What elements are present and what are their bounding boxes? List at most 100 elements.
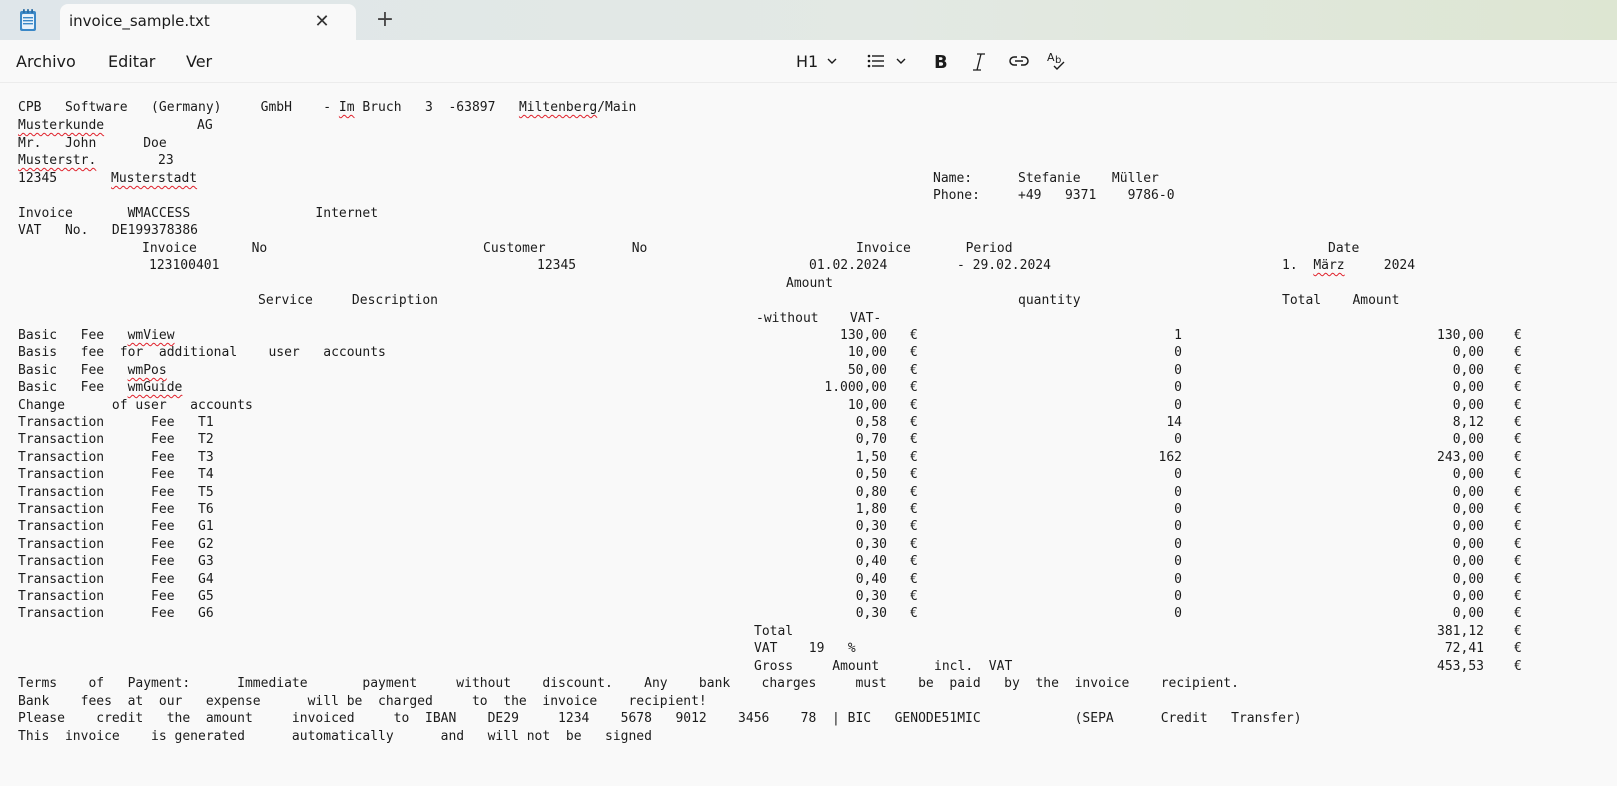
street-line: Musterstr. 23 bbox=[0, 152, 1617, 170]
zip-code: 12345 bbox=[18, 171, 58, 186]
table-row: Change of user accounts 10,00 €0 0,00 € bbox=[0, 397, 1617, 415]
item-description-text: Transaction Fee G5 bbox=[18, 589, 214, 604]
item-amount: 1,50 bbox=[855, 449, 887, 465]
item-description-text: Change of user accounts bbox=[18, 397, 253, 413]
company-line: CPB Software (Germany) GmbH - Im Bruch 3… bbox=[0, 99, 1617, 117]
item-amount: 0,70 bbox=[855, 432, 887, 448]
city-line: 12345 Musterstadt Name: Stefanie Müller bbox=[0, 170, 1617, 188]
item-amount: 0,30 bbox=[855, 589, 887, 604]
item-description: Transaction Fee G6 bbox=[18, 605, 214, 623]
item-description: Transaction Fee T1 bbox=[18, 414, 214, 432]
item-amount: 130,00 bbox=[840, 328, 887, 343]
plus-icon[interactable]: + bbox=[374, 9, 396, 32]
customer-no-header: Customer No bbox=[483, 241, 648, 256]
item-currency: € bbox=[910, 345, 918, 361]
invoice-info-values: 123100401 12345 01.02.2024 - 29.02.2024 … bbox=[0, 257, 1617, 275]
menu-ver[interactable]: Ver bbox=[186, 52, 212, 71]
spellcheck-icon[interactable]: A b bbox=[1046, 49, 1068, 73]
total-amount-header: Total Amount bbox=[1282, 293, 1400, 308]
item-total: 130,00 bbox=[1437, 328, 1484, 343]
item-total: 0,00 bbox=[1452, 467, 1484, 483]
table-row: Basic Fee wmGuide 1.000,00 €0 0,00 € bbox=[0, 379, 1617, 397]
bulleted-list-icon[interactable] bbox=[866, 52, 886, 76]
amount-header-line: Amount bbox=[0, 275, 1617, 293]
contact-line: Mr. John Doe bbox=[0, 135, 1617, 153]
item-total-currency: € bbox=[1514, 362, 1522, 378]
table-row: Transaction Fee T4 0,50 €0 0,00 € bbox=[0, 466, 1617, 484]
date-year: 2024 bbox=[1344, 258, 1416, 273]
item-total-currency: € bbox=[1514, 519, 1522, 535]
item-quantity: 0 bbox=[1174, 380, 1182, 396]
company-address: Bruch 3 -63897 bbox=[354, 100, 519, 115]
vat-currency: € bbox=[1514, 641, 1522, 656]
footer-bank-fees: Bank fees at our expense will be charged… bbox=[0, 693, 1617, 711]
svg-text:b: b bbox=[1055, 55, 1061, 66]
table-row: Transaction Fee T3 1,50 €162 243,00 € bbox=[0, 449, 1617, 467]
item-total: 0,00 bbox=[1452, 519, 1484, 535]
item-currency: € bbox=[910, 589, 918, 604]
item-description-text: Transaction Fee T1 bbox=[18, 415, 214, 430]
service-header: Service Description bbox=[258, 293, 439, 308]
item-currency: € bbox=[910, 362, 918, 378]
item-total-currency: € bbox=[1514, 415, 1522, 430]
link-icon[interactable] bbox=[1008, 52, 1030, 76]
item-total: 0,00 bbox=[1452, 380, 1484, 396]
table-row: Transaction Fee T5 0,80 €0 0,00 € bbox=[0, 484, 1617, 502]
item-description: Basic Fee wmGuide bbox=[18, 379, 182, 397]
item-total: 0,00 bbox=[1452, 554, 1484, 570]
item-quantity: 0 bbox=[1174, 571, 1182, 587]
item-product-name: wmPos bbox=[127, 362, 167, 378]
item-description: Transaction Fee T2 bbox=[18, 431, 214, 449]
text-editor[interactable]: CPB Software (Germany) GmbH - Im Bruch 3… bbox=[0, 83, 1617, 786]
period-header: Invoice Period bbox=[856, 241, 1013, 256]
close-icon[interactable]: ✕ bbox=[312, 12, 332, 32]
item-quantity: 162 bbox=[1158, 449, 1182, 465]
invoice-no: 123100401 bbox=[149, 258, 220, 273]
item-description-text: Transaction Fee T3 bbox=[18, 449, 214, 465]
item-description-text: Transaction Fee T4 bbox=[18, 467, 214, 483]
item-quantity: 0 bbox=[1174, 606, 1182, 622]
item-currency: € bbox=[910, 502, 918, 517]
item-quantity: 0 bbox=[1174, 345, 1182, 361]
item-total: 0,00 bbox=[1452, 362, 1484, 378]
bold-icon[interactable]: B bbox=[932, 51, 950, 75]
item-total-currency: € bbox=[1514, 502, 1522, 517]
terms-text: Terms of Payment: Immediate payment with… bbox=[18, 676, 1239, 691]
table-row: Transaction Fee G1 0,30 €0 0,00 € bbox=[0, 518, 1617, 536]
item-total: 0,00 bbox=[1452, 484, 1484, 500]
item-total-currency: € bbox=[1514, 328, 1522, 343]
generated-text: This invoice is generated automatically … bbox=[18, 729, 652, 744]
item-amount: 0,30 bbox=[855, 536, 887, 552]
item-product-name: wmGuide bbox=[127, 380, 183, 396]
item-quantity: 0 bbox=[1174, 362, 1182, 378]
item-description-text: Transaction Fee T6 bbox=[18, 502, 214, 517]
customer-no: 12345 bbox=[537, 258, 577, 273]
item-amount: 0,40 bbox=[855, 554, 887, 570]
table-row: Transaction Fee G5 0,30 €0 0,00 € bbox=[0, 588, 1617, 606]
period-to: - 29.02.2024 bbox=[957, 258, 1051, 273]
payment-details-text: Please credit the amount invoiced to IBA… bbox=[18, 711, 1302, 726]
item-amount: 10,00 bbox=[847, 345, 887, 361]
list-chevron-down-icon[interactable] bbox=[895, 56, 907, 80]
item-total-currency: € bbox=[1514, 380, 1522, 396]
item-total-currency: € bbox=[1514, 536, 1522, 552]
item-total: 0,00 bbox=[1452, 397, 1484, 413]
item-amount: 0,30 bbox=[855, 519, 887, 535]
item-total-currency: € bbox=[1514, 432, 1522, 448]
menu-editar[interactable]: Editar bbox=[108, 52, 155, 71]
item-description-text: Basic Fee bbox=[18, 328, 128, 343]
city: Musterstadt bbox=[111, 171, 198, 186]
item-quantity: 0 bbox=[1174, 502, 1182, 517]
customer-ag: AG bbox=[197, 118, 213, 133]
heading-dropdown[interactable]: H1 bbox=[796, 50, 818, 74]
menu-archivo[interactable]: Archivo bbox=[16, 52, 76, 71]
svg-text:B: B bbox=[934, 52, 948, 73]
phone-label: Phone: bbox=[933, 188, 980, 203]
item-description: Transaction Fee T6 bbox=[18, 501, 214, 519]
item-quantity: 0 bbox=[1174, 432, 1182, 448]
item-currency: € bbox=[910, 397, 918, 413]
tab-invoice-sample[interactable]: invoice_sample.txt ✕ bbox=[60, 4, 356, 40]
date-day: 1. bbox=[1282, 258, 1314, 273]
italic-icon[interactable] bbox=[970, 51, 988, 75]
item-currency: € bbox=[910, 432, 918, 448]
